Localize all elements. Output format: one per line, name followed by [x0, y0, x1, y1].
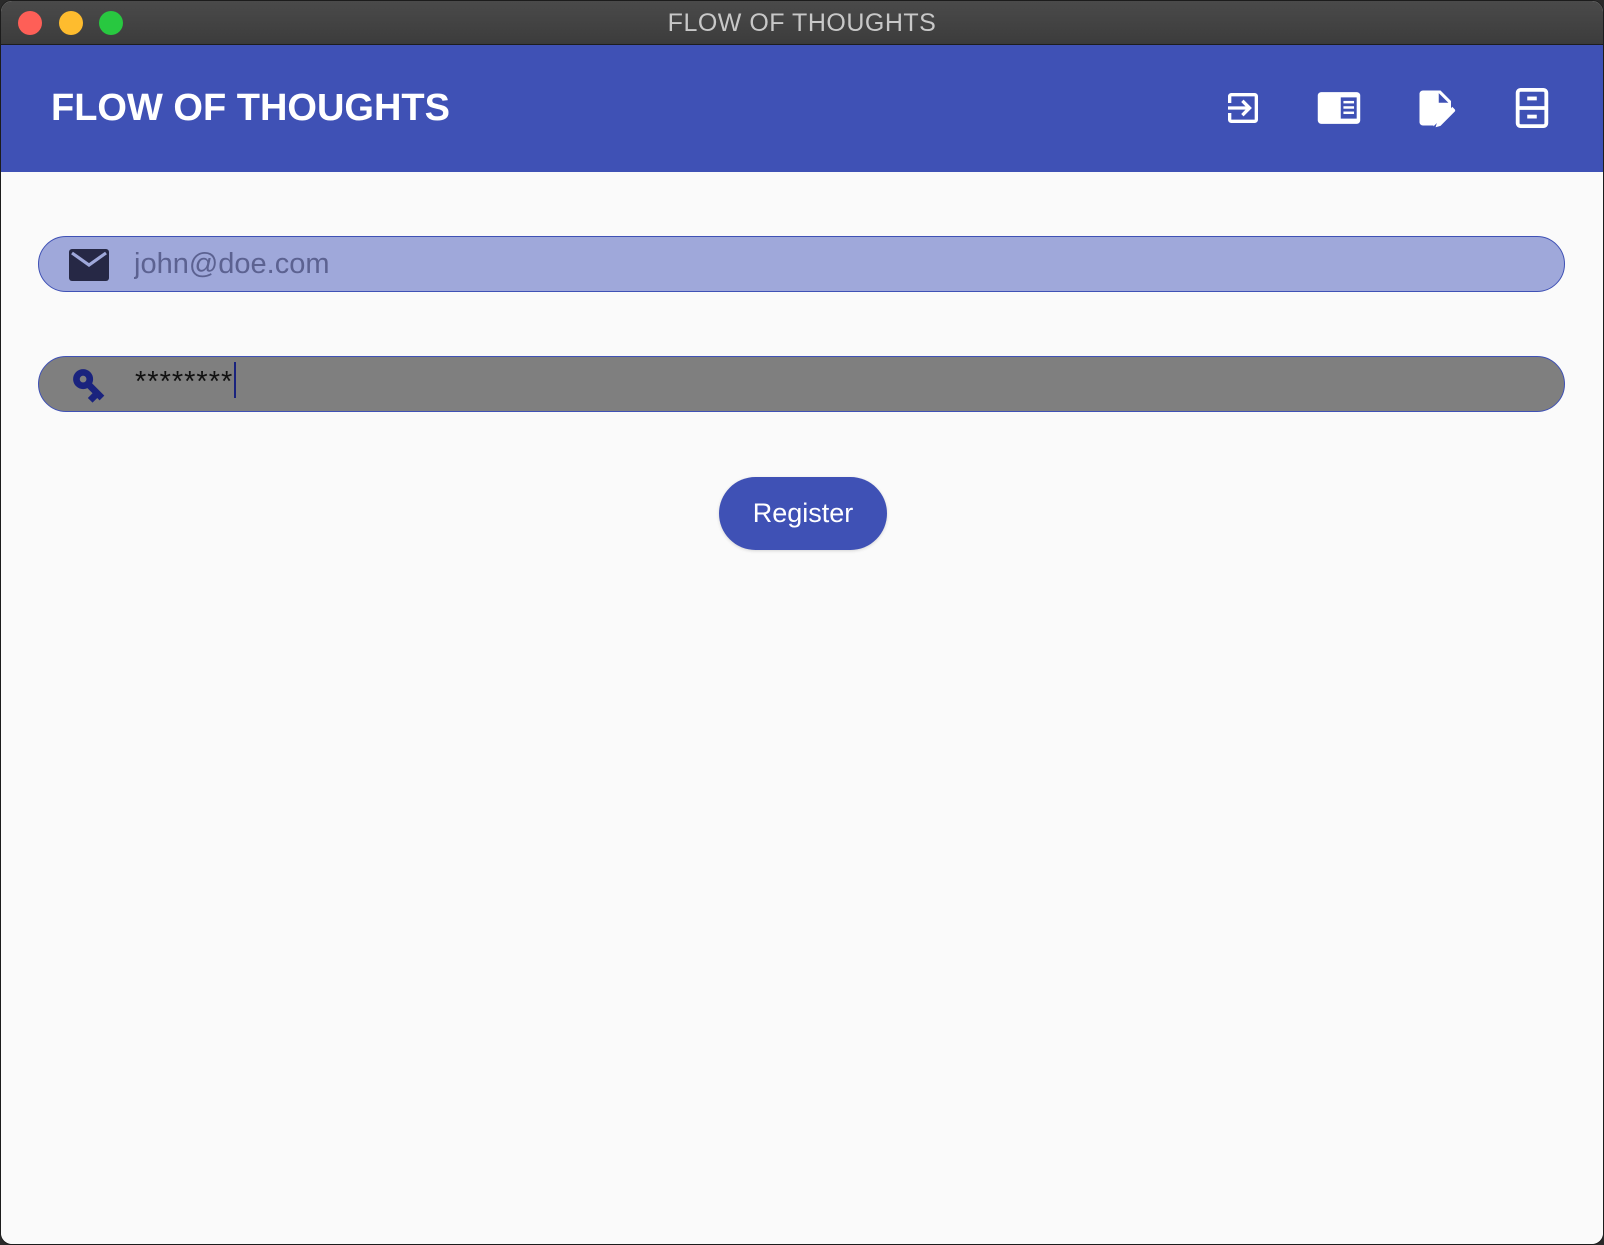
app-window: FLOW OF THOUGHTS FLOW OF THOUGHTS john@d… [0, 0, 1604, 1245]
register-form: ******** Register [1, 172, 1603, 1244]
password-field[interactable]: ******** [38, 356, 1565, 412]
reader-button[interactable] [1313, 82, 1365, 134]
password-input[interactable]: ******** [135, 357, 237, 411]
chrome-reader-icon [1317, 92, 1361, 124]
app-title: FLOW OF THOUGHTS [51, 87, 450, 129]
mail-icon [69, 247, 109, 283]
note-edit-icon [1419, 90, 1456, 128]
edit-note-button[interactable] [1411, 82, 1463, 134]
login-button[interactable] [1217, 82, 1269, 134]
archive-icon [1515, 87, 1549, 129]
window-titlebar[interactable]: FLOW OF THOUGHTS [1, 1, 1603, 45]
password-masked-value: ******** [135, 366, 234, 398]
register-button[interactable]: Register [719, 477, 887, 550]
key-icon [69, 367, 109, 403]
archive-button[interactable] [1506, 82, 1558, 134]
text-caret [234, 362, 237, 399]
email-input[interactable] [134, 237, 1534, 291]
app-bar: FLOW OF THOUGHTS [1, 45, 1603, 172]
email-field[interactable] [38, 236, 1565, 292]
login-icon [1228, 93, 1258, 123]
window-title: FLOW OF THOUGHTS [667, 9, 937, 37]
